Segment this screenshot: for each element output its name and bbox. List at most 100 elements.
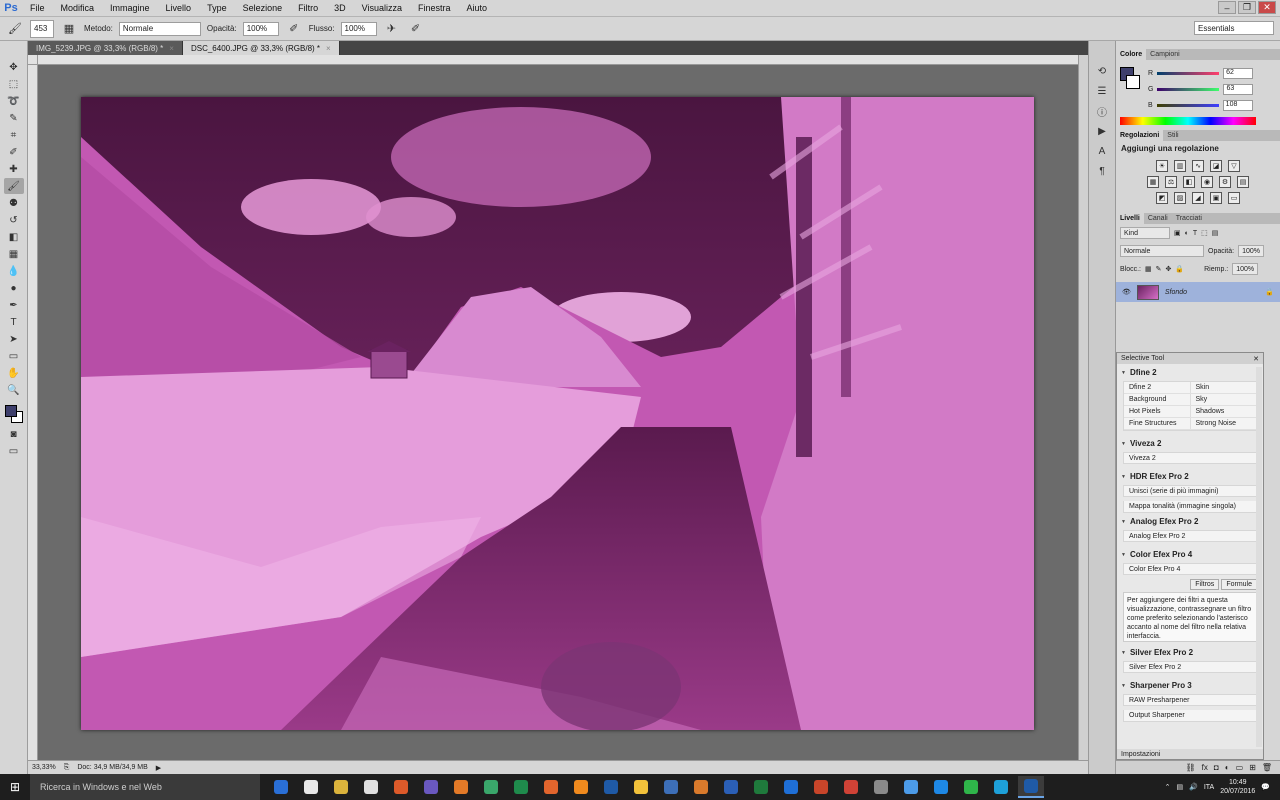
taskbar-app-icon[interactable] bbox=[658, 776, 684, 798]
new-adjustment-icon[interactable]: ◐ bbox=[1225, 763, 1230, 772]
taskbar-app-icon[interactable] bbox=[928, 776, 954, 798]
taskbar-app-icon[interactable] bbox=[688, 776, 714, 798]
blend-mode-select[interactable]: Normale bbox=[1120, 245, 1204, 257]
menu-filtro[interactable]: Filtro bbox=[290, 3, 326, 13]
tool-eraser-icon[interactable]: ◧ bbox=[4, 229, 24, 245]
viveza-section-title[interactable]: Viveza 2 bbox=[1117, 435, 1263, 450]
close-tab-icon[interactable]: × bbox=[326, 44, 331, 53]
tool-gradient-icon[interactable]: ▦ bbox=[4, 246, 24, 262]
restore-button[interactable]: ❐ bbox=[1238, 1, 1256, 14]
curves-icon[interactable]: ∿ bbox=[1192, 160, 1204, 172]
selective-color-icon[interactable]: ▣ bbox=[1210, 192, 1222, 204]
taskbar-app-icon[interactable] bbox=[268, 776, 294, 798]
delete-layer-icon[interactable]: 🗑 bbox=[1262, 763, 1272, 772]
threshold-icon[interactable]: ◢ bbox=[1192, 192, 1204, 204]
black-white-icon[interactable]: ◧ bbox=[1183, 176, 1195, 188]
canvas-area[interactable] bbox=[38, 65, 1078, 760]
close-tab-icon[interactable]: × bbox=[169, 44, 174, 53]
menu-visualizza[interactable]: Visualizza bbox=[354, 3, 410, 13]
tool-path-select-icon[interactable]: ➤ bbox=[4, 331, 24, 347]
tab-canali[interactable]: Canali bbox=[1144, 213, 1172, 224]
export-icon[interactable]: ⎘ bbox=[64, 764, 70, 772]
taskbar-app-icon[interactable] bbox=[628, 776, 654, 798]
color-spectrum-bar[interactable] bbox=[1120, 117, 1256, 125]
pressure-opacity-icon[interactable]: ✐ bbox=[285, 20, 303, 38]
minimize-button[interactable]: – bbox=[1218, 1, 1236, 14]
tool-quick-select-icon[interactable]: ✎ bbox=[4, 110, 24, 126]
background-button[interactable]: Background bbox=[1124, 394, 1190, 405]
tab-dsc-6400[interactable]: DSC_6400.JPG @ 33,3% (RGB/8) * × bbox=[182, 41, 340, 55]
hdr-merge-button[interactable]: Unisci (serie di più immagini) bbox=[1123, 485, 1257, 497]
taskbar-app-icon[interactable] bbox=[838, 776, 864, 798]
tab-formule[interactable]: Formule bbox=[1221, 579, 1257, 590]
color-balance-icon[interactable]: ⚖ bbox=[1165, 176, 1177, 188]
lock-all-icon[interactable]: 🔒 bbox=[1175, 265, 1184, 273]
brush-panel-icon[interactable]: ▦ bbox=[60, 20, 78, 38]
filter-shape-icon[interactable]: ⬚ bbox=[1201, 229, 1208, 237]
network-icon[interactable]: ▤ bbox=[1177, 783, 1184, 791]
color-lookup-icon[interactable]: ▤ bbox=[1237, 176, 1249, 188]
green-slider[interactable] bbox=[1157, 87, 1220, 91]
tool-move-icon[interactable]: ✥ bbox=[4, 59, 24, 75]
quick-mask-icon[interactable]: ◙ bbox=[4, 426, 24, 442]
channel-mixer-icon[interactable]: ⚙ bbox=[1219, 176, 1231, 188]
airbrush-icon[interactable]: ✈ bbox=[383, 20, 401, 38]
properties-panel-icon[interactable]: ☰ bbox=[1093, 83, 1111, 99]
red-slider[interactable] bbox=[1157, 71, 1220, 75]
silver-button[interactable]: Silver Efex Pro 2 bbox=[1123, 661, 1257, 673]
visibility-eye-icon[interactable]: 👁 bbox=[1122, 288, 1131, 296]
red-input[interactable]: 62 bbox=[1223, 67, 1254, 79]
color-swatches[interactable] bbox=[3, 403, 25, 425]
workspace-select[interactable]: Essentials bbox=[1194, 21, 1274, 35]
green-input[interactable]: 63 bbox=[1223, 83, 1254, 95]
new-group-icon[interactable]: ▭ bbox=[1236, 763, 1244, 772]
tool-blur-icon[interactable]: 💧 bbox=[4, 263, 24, 279]
taskbar-app-icon[interactable] bbox=[358, 776, 384, 798]
filter-smart-icon[interactable]: ▤ bbox=[1212, 229, 1219, 237]
actions-panel-icon[interactable]: ▶ bbox=[1093, 123, 1111, 139]
tool-dodge-icon[interactable]: ● bbox=[4, 280, 24, 296]
filter-pixel-icon[interactable]: ▣ bbox=[1174, 229, 1181, 237]
taskbar-app-icon[interactable] bbox=[388, 776, 414, 798]
photo-filter-icon[interactable]: ◉ bbox=[1201, 176, 1213, 188]
opacity-input[interactable]: 100% bbox=[242, 21, 279, 36]
brush-tool-icon[interactable]: 🖌 bbox=[6, 20, 24, 38]
foreground-swatch[interactable] bbox=[4, 405, 17, 417]
tab-regolazioni[interactable]: Regolazioni bbox=[1116, 130, 1164, 141]
new-layer-icon[interactable]: ⊞ bbox=[1249, 763, 1256, 772]
taskbar-app-icon[interactable] bbox=[508, 776, 534, 798]
character-panel-icon[interactable]: A bbox=[1093, 143, 1111, 159]
tab-colore[interactable]: Colore bbox=[1116, 49, 1147, 60]
tab-livelli[interactable]: Livelli bbox=[1116, 213, 1144, 224]
layer-row-sfondo[interactable]: 👁 Sfondo 🔒 bbox=[1116, 282, 1280, 302]
layer-kind-filter[interactable]: Kind bbox=[1120, 227, 1170, 239]
screen-mode-icon[interactable]: ▭ bbox=[4, 443, 24, 459]
selective-scrollbar[interactable] bbox=[1256, 367, 1262, 747]
taskbar-app-icon[interactable] bbox=[418, 776, 444, 798]
start-button[interactable]: ⊞ bbox=[0, 774, 30, 800]
menu-finestra[interactable]: Finestra bbox=[410, 3, 459, 13]
lock-position-icon[interactable]: ✥ bbox=[1166, 265, 1172, 273]
layer-opacity-input[interactable]: 100% bbox=[1238, 245, 1264, 257]
tab-campioni[interactable]: Campioni bbox=[1146, 49, 1184, 60]
taskbar-app-icon[interactable] bbox=[568, 776, 594, 798]
exposure-icon[interactable]: ◪ bbox=[1210, 160, 1222, 172]
history-panel-icon[interactable]: ⟲ bbox=[1093, 63, 1111, 79]
tool-type-icon[interactable]: T bbox=[4, 314, 24, 330]
clock[interactable]: 10:49 20/07/2016 bbox=[1220, 778, 1255, 796]
fine-structures-button[interactable]: Fine Structures bbox=[1124, 418, 1190, 429]
link-layers-icon[interactable]: ⛓ bbox=[1186, 763, 1196, 772]
zoom-level[interactable]: 33,33% bbox=[32, 764, 56, 771]
taskbar-app-icon[interactable] bbox=[898, 776, 924, 798]
taskbar-search[interactable]: Ricerca in Windows e nel Web bbox=[30, 774, 260, 800]
paragraph-panel-icon[interactable]: ¶ bbox=[1093, 163, 1111, 179]
menu-modifica[interactable]: Modifica bbox=[53, 3, 103, 13]
sky-button[interactable]: Sky bbox=[1189, 394, 1257, 405]
menu-file[interactable]: File bbox=[22, 3, 53, 13]
menu-selezione[interactable]: Selezione bbox=[235, 3, 291, 13]
output-sharpener-button[interactable]: Output Sharpener bbox=[1123, 710, 1257, 722]
layer-style-icon[interactable]: fx bbox=[1202, 763, 1208, 772]
analog-section-title[interactable]: Analog Efex Pro 2 bbox=[1117, 513, 1263, 528]
levels-icon[interactable]: ▥ bbox=[1174, 160, 1186, 172]
taskbar-app-icon[interactable] bbox=[478, 776, 504, 798]
